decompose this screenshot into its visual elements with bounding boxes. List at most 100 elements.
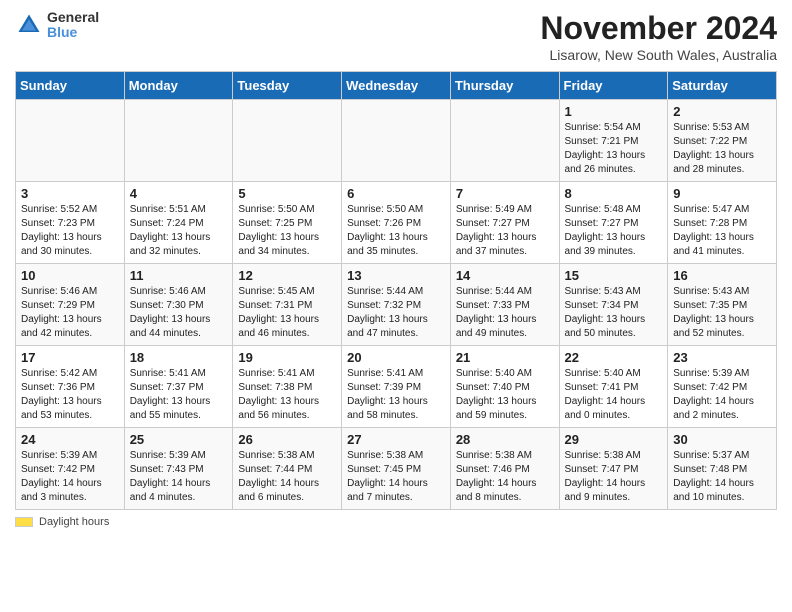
- day-cell: 19 Sunrise: 5:41 AM Sunset: 7:38 PM Dayli…: [233, 346, 342, 428]
- day-number: 16: [673, 268, 771, 283]
- day-cell: 1 Sunrise: 5:54 AM Sunset: 7:21 PM Daylig…: [559, 100, 668, 182]
- day-info: Sunrise: 5:52 AM Sunset: 7:23 PM Dayligh…: [21, 203, 119, 259]
- title-section: November 2024 Lisarow, New South Wales, …: [540, 10, 777, 63]
- day-info: Sunrise: 5:53 AM Sunset: 7:22 PM Dayligh…: [673, 121, 771, 177]
- day-cell: 18 Sunrise: 5:41 AM Sunset: 7:37 PM Dayli…: [124, 346, 233, 428]
- day-info: Sunrise: 5:41 AM Sunset: 7:37 PM Dayligh…: [130, 367, 228, 423]
- day-info: Sunrise: 5:43 AM Sunset: 7:35 PM Dayligh…: [673, 285, 771, 341]
- day-number: 2: [673, 104, 771, 119]
- day-number: 23: [673, 350, 771, 365]
- day-info: Sunrise: 5:38 AM Sunset: 7:44 PM Dayligh…: [238, 449, 336, 505]
- day-info: Sunrise: 5:38 AM Sunset: 7:45 PM Dayligh…: [347, 449, 445, 505]
- day-info: Sunrise: 5:41 AM Sunset: 7:38 PM Dayligh…: [238, 367, 336, 423]
- day-cell: 28 Sunrise: 5:38 AM Sunset: 7:46 PM Dayli…: [450, 428, 559, 510]
- header-cell-sunday: Sunday: [16, 72, 125, 100]
- day-number: 11: [130, 268, 228, 283]
- day-number: 17: [21, 350, 119, 365]
- day-info: Sunrise: 5:39 AM Sunset: 7:42 PM Dayligh…: [673, 367, 771, 423]
- day-info: Sunrise: 5:51 AM Sunset: 7:24 PM Dayligh…: [130, 203, 228, 259]
- day-info: Sunrise: 5:37 AM Sunset: 7:48 PM Dayligh…: [673, 449, 771, 505]
- day-number: 4: [130, 186, 228, 201]
- logo: General Blue: [15, 10, 99, 41]
- day-info: Sunrise: 5:46 AM Sunset: 7:30 PM Dayligh…: [130, 285, 228, 341]
- day-info: Sunrise: 5:46 AM Sunset: 7:29 PM Dayligh…: [21, 285, 119, 341]
- day-number: 6: [347, 186, 445, 201]
- day-number: 12: [238, 268, 336, 283]
- day-cell: [342, 100, 451, 182]
- day-info: Sunrise: 5:38 AM Sunset: 7:47 PM Dayligh…: [565, 449, 663, 505]
- day-info: Sunrise: 5:44 AM Sunset: 7:33 PM Dayligh…: [456, 285, 554, 341]
- day-cell: 29Sunrise: 5:38 AM Sunset: 7:47 PM Dayli…: [559, 428, 668, 510]
- day-cell: 9 Sunrise: 5:47 AM Sunset: 7:28 PM Daylig…: [668, 182, 777, 264]
- day-cell: 21Sunrise: 5:40 AM Sunset: 7:40 PM Dayli…: [450, 346, 559, 428]
- day-number: 28: [456, 432, 554, 447]
- day-cell: 13 Sunrise: 5:44 AM Sunset: 7:32 PM Dayli…: [342, 264, 451, 346]
- day-number: 24: [21, 432, 119, 447]
- day-info: Sunrise: 5:38 AM Sunset: 7:46 PM Dayligh…: [456, 449, 554, 505]
- day-cell: 15 Sunrise: 5:43 AM Sunset: 7:34 PM Dayli…: [559, 264, 668, 346]
- header-cell-tuesday: Tuesday: [233, 72, 342, 100]
- day-cell: 12Sunrise: 5:45 AM Sunset: 7:31 PM Dayli…: [233, 264, 342, 346]
- day-cell: 5Sunrise: 5:50 AM Sunset: 7:25 PM Daylig…: [233, 182, 342, 264]
- day-number: 3: [21, 186, 119, 201]
- day-number: 22: [565, 350, 663, 365]
- day-cell: 17 Sunrise: 5:42 AM Sunset: 7:36 PM Dayli…: [16, 346, 125, 428]
- day-number: 26: [238, 432, 336, 447]
- page-header: General Blue November 2024 Lisarow, New …: [15, 10, 777, 63]
- day-info: Sunrise: 5:41 AM Sunset: 7:39 PM Dayligh…: [347, 367, 445, 423]
- day-cell: [16, 100, 125, 182]
- week-row-0: 1 Sunrise: 5:54 AM Sunset: 7:21 PM Daylig…: [16, 100, 777, 182]
- day-number: 21: [456, 350, 554, 365]
- day-cell: 23 Sunrise: 5:39 AM Sunset: 7:42 PM Dayli…: [668, 346, 777, 428]
- header-cell-saturday: Saturday: [668, 72, 777, 100]
- header-row: SundayMondayTuesdayWednesdayThursdayFrid…: [16, 72, 777, 100]
- day-info: Sunrise: 5:54 AM Sunset: 7:21 PM Dayligh…: [565, 121, 663, 177]
- header-cell-thursday: Thursday: [450, 72, 559, 100]
- header-cell-wednesday: Wednesday: [342, 72, 451, 100]
- day-number: 9: [673, 186, 771, 201]
- day-number: 27: [347, 432, 445, 447]
- day-info: Sunrise: 5:49 AM Sunset: 7:27 PM Dayligh…: [456, 203, 554, 259]
- day-cell: 20Sunrise: 5:41 AM Sunset: 7:39 PM Dayli…: [342, 346, 451, 428]
- day-cell: 7 Sunrise: 5:49 AM Sunset: 7:27 PM Daylig…: [450, 182, 559, 264]
- day-number: 15: [565, 268, 663, 283]
- day-cell: 4 Sunrise: 5:51 AM Sunset: 7:24 PM Daylig…: [124, 182, 233, 264]
- day-number: 14: [456, 268, 554, 283]
- logo-line1: General: [47, 10, 99, 25]
- day-cell: 3 Sunrise: 5:52 AM Sunset: 7:23 PM Daylig…: [16, 182, 125, 264]
- header-cell-monday: Monday: [124, 72, 233, 100]
- day-number: 8: [565, 186, 663, 201]
- month-title: November 2024: [540, 10, 777, 47]
- day-info: Sunrise: 5:44 AM Sunset: 7:32 PM Dayligh…: [347, 285, 445, 341]
- day-cell: 22Sunrise: 5:40 AM Sunset: 7:41 PM Dayli…: [559, 346, 668, 428]
- logo-text: General Blue: [47, 10, 99, 41]
- day-info: Sunrise: 5:39 AM Sunset: 7:42 PM Dayligh…: [21, 449, 119, 505]
- day-number: 30: [673, 432, 771, 447]
- day-cell: [233, 100, 342, 182]
- day-cell: 11 Sunrise: 5:46 AM Sunset: 7:30 PM Dayli…: [124, 264, 233, 346]
- week-row-4: 24 Sunrise: 5:39 AM Sunset: 7:42 PM Dayli…: [16, 428, 777, 510]
- day-cell: 8 Sunrise: 5:48 AM Sunset: 7:27 PM Daylig…: [559, 182, 668, 264]
- day-number: 1: [565, 104, 663, 119]
- day-number: 18: [130, 350, 228, 365]
- day-info: Sunrise: 5:48 AM Sunset: 7:27 PM Dayligh…: [565, 203, 663, 259]
- week-row-2: 10 Sunrise: 5:46 AM Sunset: 7:29 PM Dayli…: [16, 264, 777, 346]
- day-cell: 2 Sunrise: 5:53 AM Sunset: 7:22 PM Daylig…: [668, 100, 777, 182]
- daylight-label: Daylight hours: [39, 516, 109, 528]
- day-number: 10: [21, 268, 119, 283]
- day-info: Sunrise: 5:47 AM Sunset: 7:28 PM Dayligh…: [673, 203, 771, 259]
- week-row-3: 17 Sunrise: 5:42 AM Sunset: 7:36 PM Dayli…: [16, 346, 777, 428]
- footer: Daylight hours: [15, 516, 777, 528]
- day-info: Sunrise: 5:42 AM Sunset: 7:36 PM Dayligh…: [21, 367, 119, 423]
- logo-line2: Blue: [47, 25, 99, 40]
- day-number: 7: [456, 186, 554, 201]
- day-cell: [450, 100, 559, 182]
- calendar-table: SundayMondayTuesdayWednesdayThursdayFrid…: [15, 71, 777, 510]
- day-info: Sunrise: 5:43 AM Sunset: 7:34 PM Dayligh…: [565, 285, 663, 341]
- header-cell-friday: Friday: [559, 72, 668, 100]
- day-info: Sunrise: 5:39 AM Sunset: 7:43 PM Dayligh…: [130, 449, 228, 505]
- day-number: 13: [347, 268, 445, 283]
- daylight-bar-icon: [15, 517, 33, 527]
- day-number: 19: [238, 350, 336, 365]
- day-number: 5: [238, 186, 336, 201]
